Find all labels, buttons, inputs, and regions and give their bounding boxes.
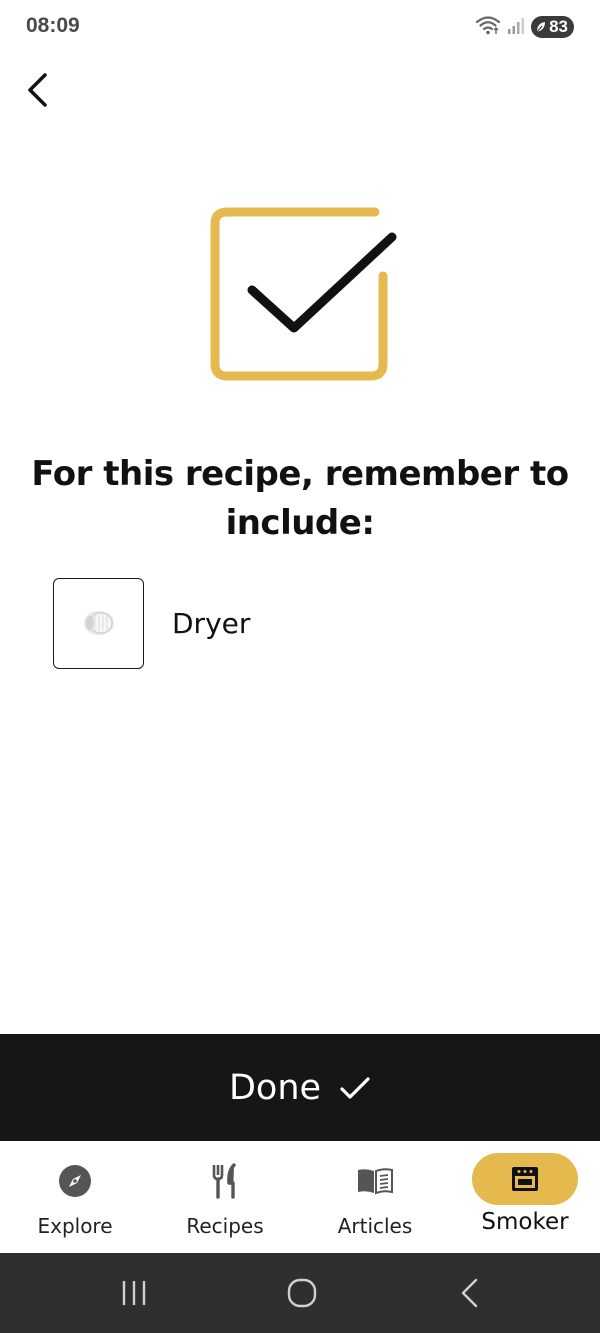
item-label: Dryer xyxy=(172,606,251,640)
nav-label-smoker: Smoker xyxy=(481,1209,569,1235)
system-back-button[interactable] xyxy=(440,1273,500,1313)
system-nav-bar xyxy=(0,1253,600,1333)
done-button[interactable]: Done xyxy=(0,1034,600,1141)
chevron-left-icon xyxy=(28,73,47,107)
back-button[interactable] xyxy=(16,68,60,112)
battery-level: 83 xyxy=(549,17,568,36)
bottom-nav: Explore Recipes Articles Smoker xyxy=(0,1141,600,1253)
book-icon xyxy=(358,1168,393,1195)
nav-active-pill xyxy=(472,1153,578,1205)
done-button-label: Done xyxy=(228,1067,322,1108)
back-icon xyxy=(461,1278,478,1308)
recent-apps-button[interactable] xyxy=(104,1273,164,1313)
battery-saver-leaf-icon xyxy=(536,22,546,33)
home-icon xyxy=(287,1278,317,1308)
nav-item-articles[interactable]: Articles xyxy=(300,1141,450,1253)
signal-icon xyxy=(507,15,525,40)
checkbox-check-icon xyxy=(205,200,400,390)
checkmark-icon xyxy=(340,1076,370,1099)
nav-label-recipes: Recipes xyxy=(186,1214,264,1238)
list-item: Dryer xyxy=(53,577,553,669)
nav-label-explore: Explore xyxy=(37,1214,113,1238)
nav-label-articles: Articles xyxy=(337,1214,413,1238)
battery-icon: 83 xyxy=(531,16,574,38)
home-button[interactable] xyxy=(272,1273,332,1313)
fork-knife-icon xyxy=(212,1163,236,1199)
wifi-icon xyxy=(475,15,501,40)
nav-item-smoker[interactable]: Smoker xyxy=(450,1141,600,1253)
dryer-accessory-image xyxy=(53,577,144,669)
compass-icon xyxy=(59,1165,91,1197)
recent-apps-icon xyxy=(122,1281,146,1305)
nav-item-recipes[interactable]: Recipes xyxy=(150,1141,300,1253)
status-icons: 83 xyxy=(475,14,574,40)
smoker-icon xyxy=(512,1167,538,1191)
status-time: 08:09 xyxy=(26,14,80,37)
nav-item-explore[interactable]: Explore xyxy=(0,1141,150,1253)
status-bar: 08:09 83 xyxy=(0,0,600,56)
page-title: For this recipe, remember to include: xyxy=(31,454,569,543)
